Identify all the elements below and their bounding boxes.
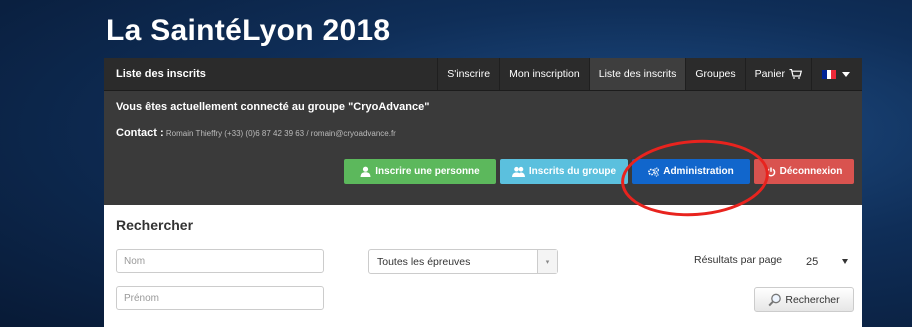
event-select-value: Toutes les épreuves <box>377 255 471 268</box>
results-per-page-label: Résultats par page <box>694 254 783 266</box>
power-icon <box>766 167 775 177</box>
firstname-input[interactable]: Prénom <box>116 286 324 310</box>
nav-item-sinscrire[interactable]: S'inscrire <box>437 58 499 90</box>
french-flag-icon <box>822 69 837 79</box>
contact-label: Contact : <box>116 127 164 139</box>
name-input[interactable]: Nom <box>116 249 324 273</box>
logout-button[interactable]: Déconnexion <box>754 159 854 184</box>
action-buttons: Inscrire une personne Inscrits du groupe… <box>344 159 854 184</box>
contact-value: Romain Thieffry (+33) (0)6 87 42 39 63 /… <box>165 129 396 138</box>
search-button[interactable]: Rechercher <box>754 287 854 312</box>
nav-item-liste-des-inscrits[interactable]: Liste des inscrits <box>588 58 686 90</box>
group-members-button[interactable]: Inscrits du groupe <box>500 159 628 184</box>
administration-label: Administration <box>663 166 734 177</box>
users-icon <box>511 166 525 177</box>
group-members-label: Inscrits du groupe <box>528 166 617 177</box>
register-person-label: Inscrire une personne <box>375 166 480 177</box>
page-title: La SaintéLyon 2018 <box>106 14 391 47</box>
nav-item-panier[interactable]: Panier <box>744 58 811 90</box>
select-arrow-icon: ▾ <box>537 250 557 273</box>
chevron-down-icon <box>842 71 850 77</box>
nav-item-mon-inscription[interactable]: Mon inscription <box>499 58 589 90</box>
results-per-page-select[interactable]: 25 <box>800 249 854 274</box>
register-person-button[interactable]: Inscrire une personne <box>344 159 496 184</box>
main-panel: Liste des inscrits S'inscrire Mon inscri… <box>104 58 862 327</box>
chevron-down-icon <box>842 259 848 264</box>
navbar: Liste des inscrits S'inscrire Mon inscri… <box>104 58 862 91</box>
language-dropdown[interactable] <box>811 58 862 90</box>
cart-icon <box>789 69 802 79</box>
contact-line: Contact : Romain Thieffry (+33) (0)6 87 … <box>116 127 850 139</box>
navbar-brand[interactable]: Liste des inscrits <box>104 58 437 90</box>
nav-item-groupes[interactable]: Groupes <box>685 58 744 90</box>
magnifier-icon <box>768 293 782 306</box>
search-title: Rechercher <box>116 217 194 233</box>
results-per-page-value: 25 <box>806 255 819 268</box>
event-select[interactable]: Toutes les épreuves ▾ <box>368 249 558 274</box>
logout-label: Déconnexion <box>779 166 843 177</box>
cogs-icon <box>648 167 660 177</box>
search-button-label: Rechercher <box>785 293 840 306</box>
nav-item-panier-label: Panier <box>754 68 785 80</box>
user-add-icon <box>360 166 371 177</box>
group-connected-text: Vous êtes actuellement connecté au group… <box>116 101 430 113</box>
administration-button[interactable]: Administration <box>632 159 750 184</box>
group-info: Vous êtes actuellement connecté au group… <box>104 91 862 205</box>
